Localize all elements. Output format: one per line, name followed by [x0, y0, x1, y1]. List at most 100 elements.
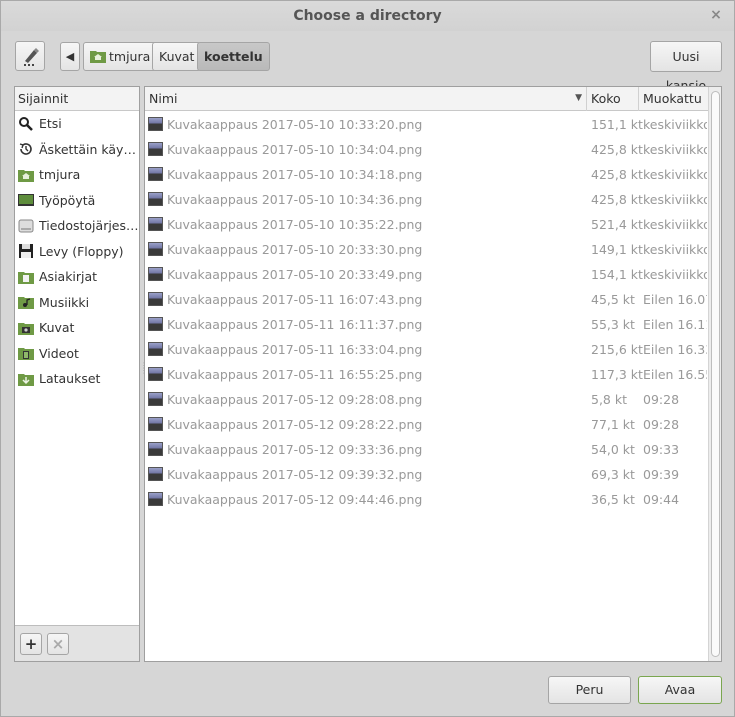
file-name: Kuvakaappaus 2017-05-10 10:34:36.png — [167, 192, 423, 207]
table-row[interactable]: Kuvakaappaus 2017-05-10 10:35:22.png 521,… — [145, 212, 709, 237]
table-row[interactable]: Kuvakaappaus 2017-05-11 16:33:04.png 215,… — [145, 337, 709, 362]
image-file-icon — [148, 217, 163, 231]
sidebar-item-downloads[interactable]: Lataukset — [15, 366, 139, 392]
file-size: 425,8 kt — [591, 192, 643, 207]
file-name: Kuvakaappaus 2017-05-10 10:35:22.png — [167, 217, 423, 232]
table-row[interactable]: Kuvakaappaus 2017-05-12 09:44:46.png 36,5… — [145, 487, 709, 512]
file-size: 149,1 kt — [591, 242, 643, 257]
file-list-header: Nimi ▼ Koko Muokattu — [145, 87, 709, 111]
sidebar-item-documents[interactable]: Asiakirjat — [15, 264, 139, 290]
table-row[interactable]: Kuvakaappaus 2017-05-10 20:33:30.png 149,… — [145, 237, 709, 262]
file-name: Kuvakaappaus 2017-05-11 16:11:37.png — [167, 317, 423, 332]
vertical-scrollbar[interactable] — [708, 87, 721, 661]
floppy-icon — [19, 244, 33, 259]
image-file-icon — [148, 167, 163, 181]
sidebar-item-recent[interactable]: Äskettäin käyte… — [15, 137, 139, 163]
table-row[interactable]: Kuvakaappaus 2017-05-10 10:33:20.png 151,… — [145, 112, 709, 137]
sidebar-item-pictures[interactable]: Kuvat — [15, 315, 139, 341]
home-folder-icon — [18, 169, 34, 182]
documents-folder-icon — [18, 271, 34, 284]
image-file-icon — [148, 142, 163, 156]
file-modified: keskiviikko — [643, 242, 707, 257]
column-header-size[interactable]: Koko — [587, 87, 639, 111]
sidebar-item-music[interactable]: Musiikki — [15, 290, 139, 316]
window-title: Choose a directory — [293, 8, 442, 24]
filesystem-icon — [18, 219, 34, 233]
file-size: 154,1 kt — [591, 267, 643, 282]
file-name: Kuvakaappaus 2017-05-10 10:33:20.png — [167, 117, 423, 132]
file-size: 117,3 kt — [591, 367, 643, 382]
close-icon[interactable]: × — [708, 1, 724, 31]
breadcrumb-home[interactable]: tmjura — [83, 42, 158, 71]
table-row[interactable]: Kuvakaappaus 2017-05-12 09:28:08.png 5,8 … — [145, 387, 709, 412]
file-name: Kuvakaappaus 2017-05-10 10:34:18.png — [167, 167, 423, 182]
pencil-icon — [24, 48, 39, 66]
sidebar-item-videos[interactable]: Videot — [15, 341, 139, 367]
table-row[interactable]: Kuvakaappaus 2017-05-11 16:55:25.png 117,… — [145, 362, 709, 387]
file-modified: 09:39 — [643, 467, 680, 482]
table-row[interactable]: Kuvakaappaus 2017-05-10 10:34:18.png 425,… — [145, 162, 709, 187]
image-file-icon — [148, 467, 163, 481]
table-row[interactable]: Kuvakaappaus 2017-05-10 20:33:49.png 154,… — [145, 262, 709, 287]
scrollbar-thumb[interactable] — [711, 91, 720, 657]
open-button[interactable]: Avaa — [638, 676, 722, 704]
file-size: 77,1 kt — [591, 417, 635, 432]
image-file-icon — [148, 317, 163, 331]
file-size: 55,3 kt — [591, 317, 635, 332]
file-name: Kuvakaappaus 2017-05-11 16:07:43.png — [167, 292, 423, 307]
file-name: Kuvakaappaus 2017-05-12 09:28:22.png — [167, 417, 423, 432]
file-name: Kuvakaappaus 2017-05-11 16:33:04.png — [167, 342, 423, 357]
file-size: 69,3 kt — [591, 467, 635, 482]
location-edit-button[interactable] — [15, 41, 45, 71]
plus-icon: + — [24, 635, 38, 653]
breadcrumb-kuvat[interactable]: Kuvat — [152, 42, 202, 71]
table-row[interactable]: Kuvakaappaus 2017-05-12 09:28:22.png 77,1… — [145, 412, 709, 437]
image-file-icon — [148, 342, 163, 356]
file-modified: keskiviikko — [643, 117, 707, 132]
file-modified: Eilen 16.07 — [643, 292, 707, 307]
file-size: 45,5 kt — [591, 292, 635, 307]
sidebar-item-desktop[interactable]: Työpöytä — [15, 188, 139, 214]
table-row[interactable]: Kuvakaappaus 2017-05-11 16:11:37.png 55,3… — [145, 312, 709, 337]
file-name: Kuvakaappaus 2017-05-12 09:33:36.png — [167, 442, 423, 457]
title-bar: Choose a directory × — [1, 1, 734, 31]
sort-descending-icon: ▼ — [575, 93, 582, 103]
new-folder-button[interactable]: Uusi kansio — [650, 41, 722, 93]
column-header-name[interactable]: Nimi ▼ — [145, 87, 587, 111]
file-rows: Kuvakaappaus 2017-05-10 10:33:20.png 151,… — [145, 112, 709, 512]
file-name: Kuvakaappaus 2017-05-12 09:28:08.png — [167, 392, 423, 407]
image-file-icon — [148, 367, 163, 381]
recent-icon — [19, 143, 32, 155]
table-row[interactable]: Kuvakaappaus 2017-05-10 10:34:36.png 425,… — [145, 187, 709, 212]
music-folder-icon — [18, 297, 34, 310]
sidebar-item-search[interactable]: Etsi — [15, 111, 139, 137]
table-row[interactable]: Kuvakaappaus 2017-05-12 09:39:32.png 69,3… — [145, 462, 709, 487]
file-modified: 09:28 — [643, 417, 680, 432]
file-size: 521,4 kt — [591, 217, 643, 232]
sidebar-item-floppy[interactable]: Levy (Floppy) — [15, 239, 139, 265]
file-name: Kuvakaappaus 2017-05-12 09:44:46.png — [167, 492, 423, 507]
table-row[interactable]: Kuvakaappaus 2017-05-10 10:34:04.png 425,… — [145, 137, 709, 162]
file-modified: keskiviikko — [643, 142, 707, 157]
table-row[interactable]: Kuvakaappaus 2017-05-11 16:07:43.png 45,5… — [145, 287, 709, 312]
file-size: 5,8 kt — [591, 392, 627, 407]
file-name: Kuvakaappaus 2017-05-10 20:33:49.png — [167, 267, 423, 282]
table-row[interactable]: Kuvakaappaus 2017-05-12 09:33:36.png 54,0… — [145, 437, 709, 462]
breadcrumb-koettelu[interactable]: koettelu — [197, 42, 270, 71]
image-file-icon — [148, 442, 163, 456]
file-name: Kuvakaappaus 2017-05-10 20:33:30.png — [167, 242, 423, 257]
file-size: 425,8 kt — [591, 167, 643, 182]
sidebar-item-filesystem[interactable]: Tiedostojärjest… — [15, 213, 139, 239]
breadcrumb-back-button[interactable]: ◀ — [60, 42, 80, 71]
file-size: 36,5 kt — [591, 492, 635, 507]
remove-bookmark-button[interactable]: × — [47, 633, 69, 655]
image-file-icon — [148, 492, 163, 506]
cancel-button[interactable]: Peru — [548, 676, 631, 704]
file-list: Nimi ▼ Koko Muokattu Kuvakaappaus 2017-0… — [144, 86, 722, 662]
file-name: Kuvakaappaus 2017-05-11 16:55:25.png — [167, 367, 423, 382]
add-bookmark-button[interactable]: + — [20, 633, 42, 655]
file-modified: Eilen 16.11 — [643, 317, 707, 332]
sidebar-item-home[interactable]: tmjura — [15, 162, 139, 188]
search-icon — [19, 116, 33, 131]
column-header-modified[interactable]: Muokattu — [639, 87, 709, 111]
